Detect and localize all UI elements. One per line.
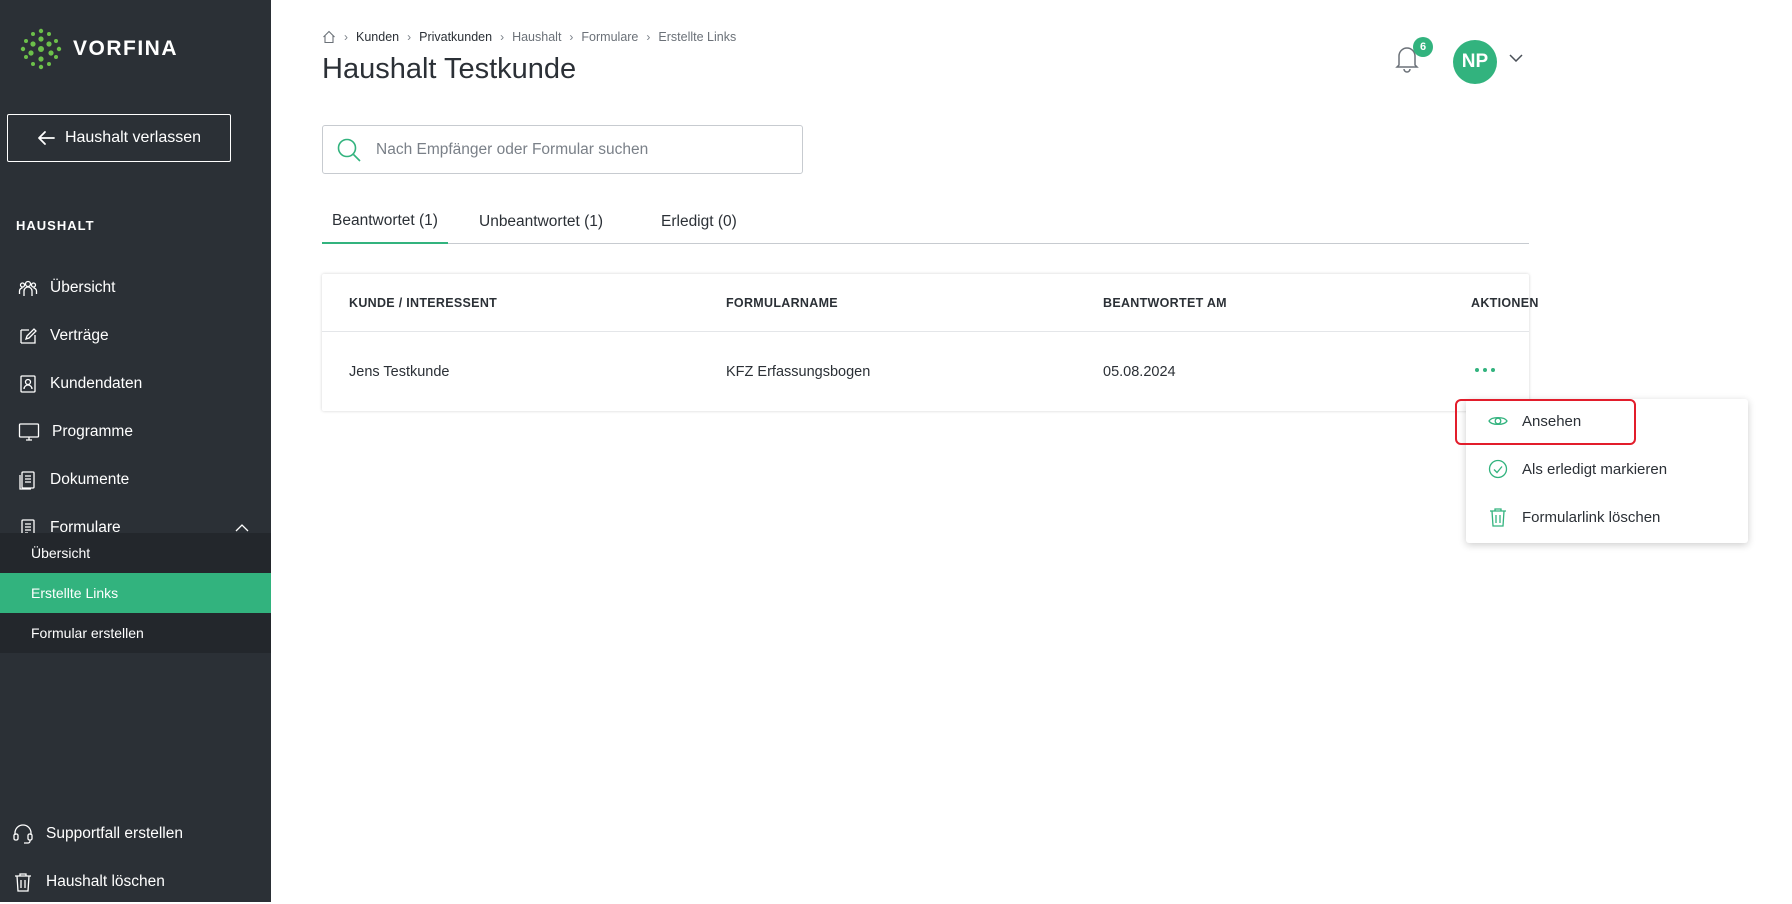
trash-icon <box>15 873 31 892</box>
tab-beantwortet[interactable]: Beantwortet (1) <box>322 200 448 244</box>
people-icon <box>18 280 38 296</box>
sidebar-subitem-uebersicht[interactable]: Übersicht <box>0 533 271 573</box>
leave-household-button[interactable]: Haushalt verlassen <box>7 114 231 162</box>
menu-item-label: Ansehen <box>1522 412 1582 430</box>
sidebar-item-uebersicht[interactable]: Übersicht <box>0 266 271 310</box>
brand-name: VORFINA <box>73 37 178 60</box>
sidebar-item-label: Übersicht <box>50 279 116 296</box>
notification-badge: 6 <box>1413 37 1433 57</box>
leave-household-label: Haushalt verlassen <box>64 129 202 146</box>
sidebar-item-kundendaten[interactable]: Kundendaten <box>0 362 271 406</box>
sidebar-item-label: Dokumente <box>50 471 130 488</box>
logo[interactable]: VORFINA <box>19 27 178 71</box>
arrow-left-icon <box>38 131 55 145</box>
breadcrumb: › Kunden › Privatkunden › Haushalt › For… <box>322 30 736 44</box>
sidebar-item-label: Verträge <box>50 327 109 344</box>
section-label: HAUSHALT <box>16 218 95 233</box>
breadcrumb-kunden[interactable]: Kunden <box>356 30 399 44</box>
monitor-icon <box>18 423 40 441</box>
breadcrumb-separator: › <box>344 30 348 44</box>
chevron-down-icon[interactable] <box>1509 54 1523 62</box>
document-icon <box>19 471 35 490</box>
breadcrumb-separator: › <box>646 30 651 44</box>
tab-unbeantwortet[interactable]: Unbeantwortet (1) <box>469 200 613 244</box>
support-case-label: Supportfall erstellen <box>46 825 183 842</box>
edit-icon <box>20 328 37 344</box>
column-header-kunde: KUNDE / INTERESSENT <box>349 296 498 310</box>
contact-card-icon <box>20 375 36 393</box>
sidebar-item-programme[interactable]: Programme <box>0 410 271 454</box>
vorfina-logo-icon <box>20 28 62 70</box>
page-title: Haushalt Testkunde <box>322 53 577 85</box>
delete-household-label: Haushalt löschen <box>46 873 165 890</box>
breadcrumb-erstellte-links: Erstellte Links <box>658 30 737 44</box>
sidebar-item-dokumente[interactable]: Dokumente <box>0 458 271 502</box>
links-table: KUNDE / INTERESSENT FORMULARNAME BEANTWO… <box>322 274 1538 411</box>
sidebar-subitem-erstellte-links[interactable]: Erstellte Links <box>0 573 271 613</box>
cell-kunde: Jens Testkunde <box>349 364 450 380</box>
cell-formularname: KFZ Erfassungsbogen <box>726 364 871 380</box>
tab-erledigt[interactable]: Erledigt (0) <box>651 200 747 244</box>
breadcrumb-separator: › <box>500 30 505 44</box>
formulare-submenu: Übersicht Erstellte Links Formular erste… <box>0 533 271 653</box>
sidebar-item-label: Programme <box>52 423 133 440</box>
breadcrumb-formulare[interactable]: Formulare <box>581 30 638 44</box>
delete-household-button[interactable]: Haushalt löschen <box>0 860 271 904</box>
breadcrumb-privatkunden[interactable]: Privatkunden <box>419 30 492 44</box>
chevron-up-icon[interactable] <box>235 524 249 532</box>
breadcrumb-separator: › <box>569 30 574 44</box>
cell-beantwortet-am: 05.08.2024 <box>1103 364 1176 380</box>
sidebar: VORFINA Haushalt verlassen HAUSHALT Über… <box>0 0 271 902</box>
search-icon <box>337 138 361 162</box>
support-case-button[interactable]: Supportfall erstellen <box>0 812 271 856</box>
breadcrumb-separator: › <box>407 30 412 44</box>
column-header-aktionen: AKTIONEN <box>1471 296 1539 310</box>
trash-icon <box>1490 508 1506 527</box>
sidebar-item-label: Kundendaten <box>50 375 143 392</box>
sidebar-item-vertraege[interactable]: Verträge <box>0 314 271 358</box>
menu-item-als-erledigt-markieren[interactable]: Als erledigt markieren <box>1466 447 1748 491</box>
search-input[interactable] <box>376 140 776 159</box>
tabs: Beantwortet (1) Unbeantwortet (1) Erledi… <box>322 200 1529 244</box>
actions-menu: Ansehen Als erledigt markieren Formularl… <box>1466 399 1748 543</box>
row-divider <box>322 331 1529 332</box>
avatar[interactable]: NP <box>1453 40 1497 84</box>
menu-item-label: Formularlink löschen <box>1522 508 1661 526</box>
menu-item-label: Als erledigt markieren <box>1522 460 1668 478</box>
headset-icon <box>13 824 33 844</box>
menu-item-ansehen[interactable]: Ansehen <box>1466 399 1748 443</box>
home-icon[interactable] <box>322 30 336 44</box>
eye-icon <box>1488 416 1508 426</box>
more-actions-icon[interactable] <box>1471 360 1499 380</box>
menu-item-formularlink-loeschen[interactable]: Formularlink löschen <box>1466 495 1748 539</box>
sidebar-subitem-formular-erstellen[interactable]: Formular erstellen <box>0 613 271 653</box>
breadcrumb-haushalt[interactable]: Haushalt <box>512 30 561 44</box>
search-box <box>322 125 803 174</box>
check-circle-icon <box>1488 459 1508 479</box>
column-header-beantwortet-am: BEANTWORTET AM <box>1103 296 1227 310</box>
column-header-formularname: FORMULARNAME <box>726 296 838 310</box>
